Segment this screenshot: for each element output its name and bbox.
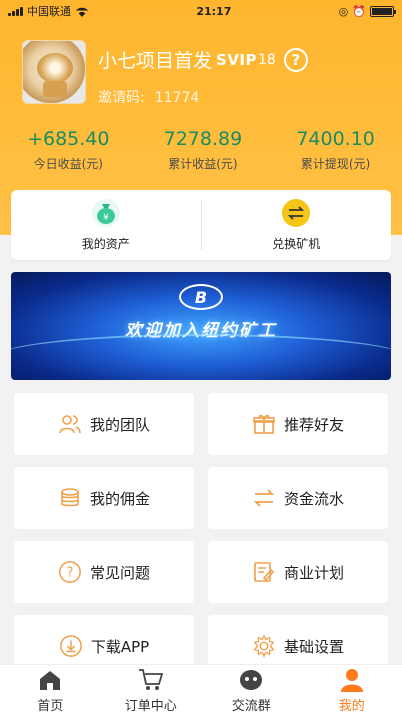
asset-card: ¥ 我的资产 兑换矿机 [11,190,391,260]
tab-label: 我的 [338,698,365,714]
tab-label: 交流群 [231,698,271,714]
gift-icon [252,412,276,436]
transfer-icon [252,486,276,510]
menu-label: 推荐好友 [283,415,344,434]
menu-label: 资金流水 [283,489,344,508]
stat-value: 7278.89 [163,128,243,150]
orientation-lock-icon: ◎ [338,4,349,18]
tab-label: 订单中心 [124,698,177,714]
menu-refer-friends[interactable]: 推荐好友 [208,393,388,455]
alarm-icon: ⏰ [352,4,366,18]
stat-withdrawn: 7400.10 累计提现(元) [296,128,375,172]
menu-faq[interactable]: ? 常见问题 [14,541,194,603]
wifi-icon [76,7,88,17]
question-icon: ? [58,560,82,584]
vip-level: 18 [258,51,276,68]
signal-icon [8,6,23,16]
my-assets-label: 我的资产 [81,236,130,251]
team-icon [58,412,82,436]
user-icon [339,668,365,692]
exchange-miner-button[interactable]: 兑换矿机 [202,190,392,260]
home-icon [37,668,63,692]
battery-icon [369,5,396,17]
stat-today: +685.40 今日收益(元) [27,128,109,172]
menu-business-plan[interactable]: 商业计划 [208,541,388,603]
tab-community[interactable]: 交流群 [201,665,302,716]
menu-label: 基础设置 [283,637,344,656]
profile-header: 小七项目首发 SVIP 18 ? 邀请码: 11774 [22,40,308,107]
invite-label: 邀请码: [98,90,145,106]
help-icon[interactable]: ? [283,47,308,72]
chat-icon [238,668,264,692]
tab-label: 首页 [37,698,64,714]
coins-icon [58,486,82,510]
stat-label: 累计提现(元) [300,157,371,171]
stat-total: 7278.89 累计收益(元) [164,128,243,172]
stat-label: 累计收益(元) [168,157,238,171]
menu-label: 常见问题 [89,563,150,582]
brand-logo: B [179,284,223,310]
bottom-tab-bar: 首页 订单中心 交流群 我的 [0,664,402,716]
promo-banner[interactable]: B 欢迎加入纽约矿工 [11,272,391,380]
svg-text:?: ? [67,566,74,581]
cart-icon [138,668,164,692]
menu-fund-flow[interactable]: 资金流水 [208,467,388,529]
avatar[interactable] [22,40,86,104]
user-name: 小七项目首发 [98,50,213,72]
menu-label: 下载APP [90,637,150,656]
money-bag-icon: ¥ [91,198,120,227]
menu-label: 商业计划 [283,563,344,582]
banner-decoration [11,334,391,380]
svg-text:¥: ¥ [103,213,109,223]
tab-home[interactable]: 首页 [0,665,101,716]
tab-orders[interactable]: 订单中心 [101,665,202,716]
earnings-stats: +685.40 今日收益(元) 7278.89 累计收益(元) 7400.10 … [0,128,402,172]
clock: 21:17 [196,4,232,18]
download-icon [59,634,83,658]
my-assets-button[interactable]: ¥ 我的资产 [11,190,201,260]
menu-label: 我的佣金 [89,489,150,508]
menu-my-commission[interactable]: 我的佣金 [14,467,194,529]
stat-value: 7400.10 [296,128,375,150]
stat-label: 今日收益(元) [33,157,103,171]
settings-icon [252,634,276,658]
tab-mine[interactable]: 我的 [302,665,402,716]
menu-label: 我的团队 [89,415,150,434]
plan-icon [252,560,276,584]
invite-code-row: 邀请码: 11774 [98,87,308,107]
stat-value: +685.40 [27,128,110,150]
exchange-icon [282,198,311,227]
exchange-miner-label: 兑换矿机 [272,236,321,251]
carrier-name: 中国联通 [27,5,71,18]
menu-my-team[interactable]: 我的团队 [14,393,194,455]
invite-code: 11774 [154,90,200,106]
vip-badge: SVIP [216,50,258,69]
status-bar: 中国联通 21:17 ◎ ⏰ [0,0,402,22]
